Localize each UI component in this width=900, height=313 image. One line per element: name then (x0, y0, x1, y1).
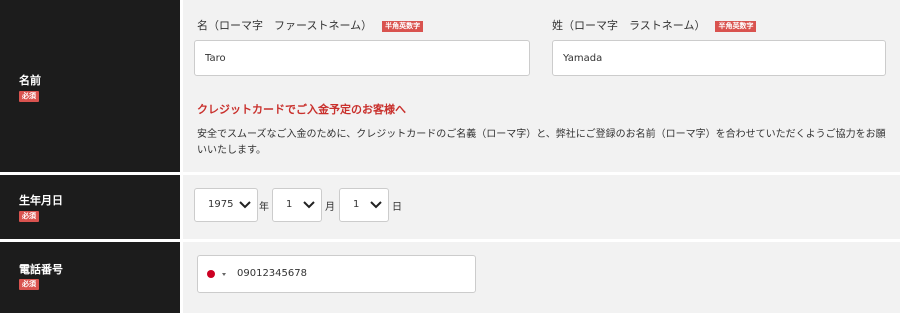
day-select[interactable]: 1 (339, 188, 389, 222)
first-name-input[interactable] (194, 40, 530, 76)
name-label: 名前 (19, 74, 41, 87)
chevron-down-icon (370, 201, 382, 209)
name-row: 名前 必須 名（ローマ字 ファーストネーム） 半角英数字 姓（ローマ字 ラストネー… (0, 0, 900, 172)
phone-row: 電話番号 必須 09012345678 (0, 242, 900, 313)
birthday-label: 生年月日 (19, 194, 63, 207)
japan-flag-icon[interactable] (207, 270, 215, 278)
birthday-label-cell: 生年月日 必須 (0, 175, 180, 239)
first-name-label: 名（ローマ字 ファーストネーム） (197, 19, 373, 32)
last-name-label: 姓（ローマ字 ラストネーム） (552, 19, 706, 32)
year-unit: 年 (259, 202, 269, 213)
last-name-input[interactable] (552, 40, 886, 76)
phone-label-cell: 電話番号 必須 (0, 242, 180, 313)
year-value: 1975 (208, 199, 234, 210)
chevron-down-icon (239, 201, 251, 209)
birthday-row: 生年月日 必須 1975 年 1 月 1 日 (0, 175, 900, 239)
half-width-badge: 半角英数字 (382, 21, 424, 32)
birthday-content: 1975 年 1 月 1 日 (183, 175, 900, 239)
registration-form: 名前 必須 名（ローマ字 ファーストネーム） 半角英数字 姓（ローマ字 ラストネー… (0, 0, 900, 313)
caret-down-icon[interactable] (222, 273, 226, 276)
month-value: 1 (286, 199, 293, 210)
last-name-label-group: 姓（ローマ字 ラストネーム） 半角英数字 (552, 17, 757, 33)
month-unit: 月 (325, 202, 335, 213)
first-name-label-group: 名（ローマ字 ファーストネーム） 半角英数字 (197, 17, 424, 33)
credit-card-notice-text: 安全でスムーズなご入金のために、クレジットカードのご名義（ローマ字）と、弊社にご… (197, 129, 886, 156)
required-badge: 必須 (19, 279, 39, 290)
year-select[interactable]: 1975 (194, 188, 258, 222)
credit-card-notice-title: クレジットカードでご入金予定のお客様へ (197, 103, 406, 116)
day-value: 1 (353, 199, 360, 210)
name-content: 名（ローマ字 ファーストネーム） 半角英数字 姓（ローマ字 ラストネーム） 半角英数… (183, 0, 900, 172)
month-select[interactable]: 1 (272, 188, 322, 222)
phone-input[interactable]: 09012345678 (237, 268, 307, 279)
day-unit: 日 (392, 202, 402, 213)
half-width-badge: 半角英数字 (715, 21, 757, 32)
phone-content: 09012345678 (183, 242, 900, 313)
chevron-down-icon (303, 201, 315, 209)
required-badge: 必須 (19, 211, 39, 222)
required-badge: 必須 (19, 91, 39, 102)
phone-field[interactable]: 09012345678 (197, 255, 476, 293)
name-label-cell: 名前 必須 (0, 0, 180, 172)
phone-label: 電話番号 (19, 263, 63, 276)
